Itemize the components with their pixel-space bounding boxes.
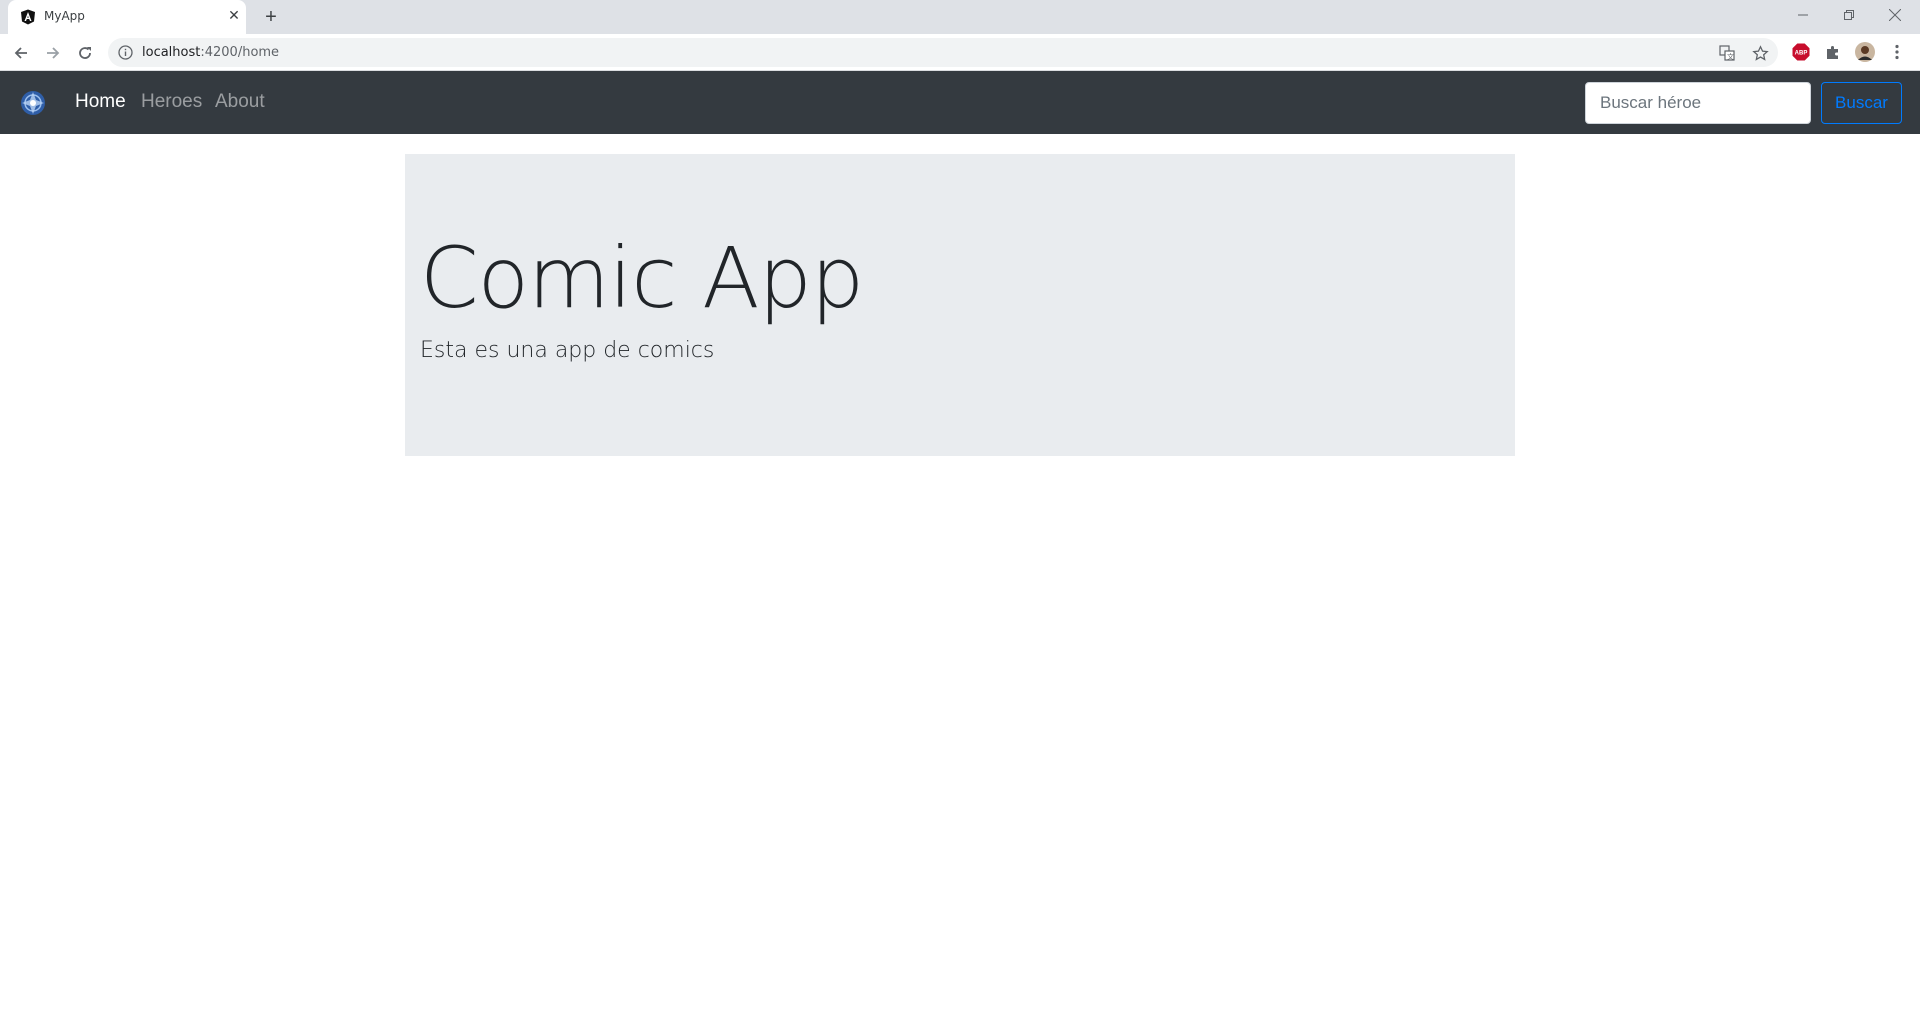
puzzle-icon[interactable] — [1823, 42, 1843, 62]
nav-link-home[interactable]: Home — [75, 91, 126, 113]
browser-menu-icon[interactable] — [1887, 42, 1907, 62]
svg-text:文: 文 — [1727, 52, 1734, 61]
restore-icon[interactable] — [1826, 0, 1872, 30]
jumbotron: Comic App Esta es una app de comics — [405, 154, 1515, 456]
reload-icon[interactable] — [73, 41, 97, 65]
url-text: localhost:4200/home — [142, 45, 279, 60]
tab-title: MyApp — [44, 9, 85, 23]
page-title: Comic App — [420, 229, 864, 327]
browser-tab[interactable]: MyApp ✕ — [8, 0, 246, 34]
search-button[interactable]: Buscar — [1821, 82, 1902, 124]
url-path: :4200/home — [200, 45, 280, 60]
back-arrow-icon[interactable] — [9, 41, 33, 65]
browser-toolbar: localhost:4200/home 文 ABP — [0, 34, 1920, 71]
app-logo-icon[interactable] — [19, 89, 47, 117]
minimize-icon[interactable] — [1780, 0, 1826, 30]
svg-text:ABP: ABP — [1795, 51, 1808, 57]
page-lead-text: Esta es una app de comics — [420, 338, 715, 363]
address-bar[interactable]: localhost:4200/home 文 — [108, 38, 1778, 67]
translate-icon[interactable]: 文 — [1718, 44, 1736, 62]
info-icon[interactable] — [118, 45, 133, 60]
app-navbar: Home Heroes About Buscar — [0, 71, 1920, 134]
angular-logo-icon — [20, 9, 36, 25]
url-host: localhost — [142, 45, 201, 60]
browser-tab-strip: MyApp ✕ + — [0, 0, 1920, 34]
nav-link-about[interactable]: About — [215, 91, 265, 113]
nav-link-heroes[interactable]: Heroes — [141, 91, 202, 113]
bookmark-star-icon[interactable] — [1751, 44, 1769, 62]
window-close-icon[interactable] — [1872, 0, 1918, 30]
tab-close-icon[interactable]: ✕ — [226, 7, 242, 23]
new-tab-icon[interactable]: + — [260, 6, 282, 28]
forward-arrow-icon[interactable] — [41, 41, 65, 65]
profile-avatar-icon[interactable] — [1855, 42, 1875, 62]
adblock-plus-icon[interactable]: ABP — [1791, 42, 1811, 62]
hero-search-input[interactable] — [1585, 82, 1811, 124]
